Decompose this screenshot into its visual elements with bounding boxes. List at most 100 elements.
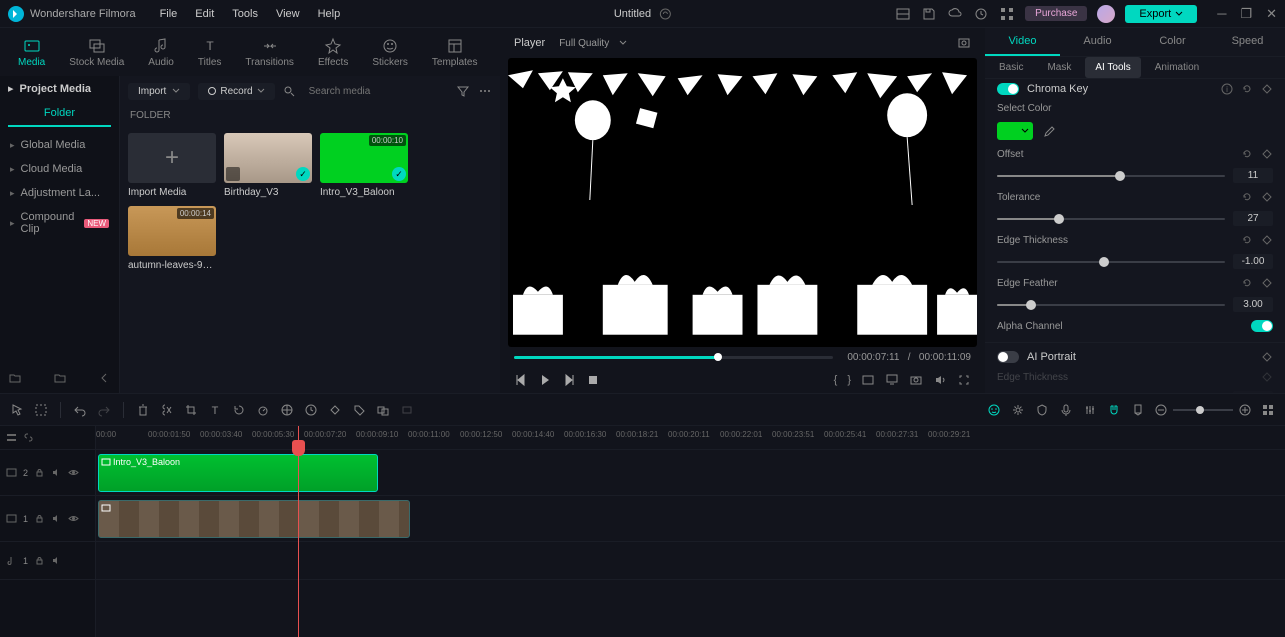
link-icon[interactable]: [23, 432, 34, 443]
new-folder-icon[interactable]: [8, 371, 22, 385]
text-icon[interactable]: T: [208, 403, 222, 417]
folder-tab[interactable]: Folder: [8, 101, 111, 127]
import-thumb[interactable]: +: [128, 133, 216, 183]
timeline-zoom[interactable]: [1155, 404, 1251, 416]
edge-feather-value[interactable]: 3.00: [1233, 297, 1273, 312]
keyframe-icon[interactable]: [1261, 351, 1273, 363]
folder-icon[interactable]: [53, 371, 67, 385]
track-header-v2[interactable]: 2: [0, 450, 95, 496]
save-icon[interactable]: [921, 6, 937, 22]
media-item-import[interactable]: + Import Media: [128, 133, 216, 198]
media-thumb[interactable]: 00:00:14: [128, 206, 216, 256]
delete-icon[interactable]: [136, 403, 150, 417]
view-options-icon[interactable]: [1261, 403, 1275, 417]
filter-icon[interactable]: [456, 84, 470, 98]
color-icon[interactable]: [280, 403, 294, 417]
undo-icon[interactable]: [73, 403, 87, 417]
tolerance-slider[interactable]: [997, 218, 1225, 220]
keyframe-icon[interactable]: [1261, 83, 1273, 95]
track-header-v1[interactable]: 1: [0, 496, 95, 542]
offset-slider[interactable]: [997, 175, 1225, 177]
subtab-animation[interactable]: Animation: [1145, 57, 1209, 78]
render-icon[interactable]: [400, 403, 414, 417]
scrubber-track[interactable]: [514, 356, 833, 359]
timeline-ruler[interactable]: 00:0000:00:01:5000:00:03:4000:00:05:3000…: [96, 426, 1285, 450]
import-button[interactable]: Import: [128, 83, 190, 100]
eyedropper-icon[interactable]: [1041, 124, 1055, 138]
zoom-slider[interactable]: [1173, 409, 1233, 411]
audio-track-1[interactable]: [96, 542, 1285, 580]
mute-icon[interactable]: [51, 513, 62, 524]
video-track-2[interactable]: Intro_V3_Baloon: [96, 450, 1285, 496]
gear-icon[interactable]: [1011, 403, 1025, 417]
keyframe-icon[interactable]: [1261, 191, 1273, 203]
offset-value[interactable]: 11: [1233, 168, 1273, 183]
duration-icon[interactable]: [304, 403, 318, 417]
keyframe-tl-icon[interactable]: [328, 403, 342, 417]
tab-titles[interactable]: T Titles: [190, 33, 230, 72]
cloud-sync-icon[interactable]: [659, 8, 671, 20]
mute-icon[interactable]: [51, 467, 62, 478]
prop-tab-color[interactable]: Color: [1135, 28, 1210, 56]
tab-audio[interactable]: Audio: [140, 33, 182, 72]
edge-thickness-value[interactable]: -1.00: [1233, 254, 1273, 269]
subtab-basic[interactable]: Basic: [989, 57, 1033, 78]
mixer-icon[interactable]: [1083, 403, 1097, 417]
timeline-tracks[interactable]: 00:0000:00:01:5000:00:03:4000:00:05:3000…: [96, 426, 1285, 637]
mic-icon[interactable]: [1059, 403, 1073, 417]
keyframe-icon[interactable]: [1261, 277, 1273, 289]
speed-icon[interactable]: [256, 403, 270, 417]
apps-icon[interactable]: [999, 6, 1015, 22]
menu-file[interactable]: File: [160, 8, 178, 20]
prop-tab-audio[interactable]: Audio: [1060, 28, 1135, 56]
subtab-mask[interactable]: Mask: [1037, 57, 1081, 78]
eye-icon[interactable]: [68, 467, 79, 478]
next-frame-icon[interactable]: [562, 373, 576, 387]
color-swatch[interactable]: [997, 122, 1033, 140]
quality-dropdown[interactable]: Full Quality: [559, 38, 627, 49]
playhead[interactable]: [298, 426, 299, 637]
ratio-icon[interactable]: [861, 373, 875, 387]
cloud-icon[interactable]: [947, 6, 963, 22]
group-icon[interactable]: [376, 403, 390, 417]
fullscreen-icon[interactable]: [957, 373, 971, 387]
export-button[interactable]: Export: [1125, 5, 1197, 23]
tab-media[interactable]: Media: [10, 33, 53, 72]
track-menu-icon[interactable]: [6, 432, 17, 443]
smiley-icon[interactable]: [987, 403, 1001, 417]
sidebar-item-cloud[interactable]: ▸ Cloud Media: [0, 157, 119, 181]
redo-icon[interactable]: [97, 403, 111, 417]
mark-in-icon[interactable]: {: [834, 374, 838, 386]
ai-portrait-toggle[interactable]: [997, 351, 1019, 363]
split-icon[interactable]: [160, 403, 174, 417]
magnet-icon[interactable]: [1107, 403, 1121, 417]
subtab-ai-tools[interactable]: AI Tools: [1085, 57, 1140, 78]
minimize-button[interactable]: ─: [1217, 6, 1226, 22]
prop-tab-video[interactable]: Video: [985, 28, 1060, 56]
edge-feather-slider[interactable]: [997, 304, 1225, 306]
keyframe-icon[interactable]: [1261, 234, 1273, 246]
prop-tab-speed[interactable]: Speed: [1210, 28, 1285, 56]
clip-intro-baloon[interactable]: Intro_V3_Baloon: [98, 454, 378, 492]
tab-stock-media[interactable]: Stock Media: [61, 33, 132, 72]
menu-help[interactable]: Help: [318, 8, 341, 20]
tab-stickers[interactable]: Stickers: [364, 33, 416, 72]
menu-edit[interactable]: Edit: [195, 8, 214, 20]
scrubber-thumb[interactable]: [714, 353, 722, 361]
reset-icon[interactable]: [1241, 277, 1253, 289]
sidebar-item-global[interactable]: ▸ Global Media: [0, 133, 119, 157]
layout-icon[interactable]: [895, 6, 911, 22]
monitor-icon[interactable]: [885, 373, 899, 387]
marker-icon[interactable]: [1131, 403, 1145, 417]
mark-out-icon[interactable]: }: [847, 374, 851, 386]
reset-icon[interactable]: [1241, 191, 1253, 203]
lock-icon[interactable]: [34, 513, 45, 524]
preview-canvas[interactable]: [508, 58, 977, 347]
purchase-button[interactable]: Purchase: [1025, 6, 1087, 21]
shield-icon[interactable]: [1035, 403, 1049, 417]
lock-icon[interactable]: [34, 467, 45, 478]
tab-effects[interactable]: Effects: [310, 33, 356, 72]
reset-icon[interactable]: [1241, 234, 1253, 246]
volume-icon[interactable]: [933, 373, 947, 387]
cursor-icon[interactable]: [10, 403, 24, 417]
